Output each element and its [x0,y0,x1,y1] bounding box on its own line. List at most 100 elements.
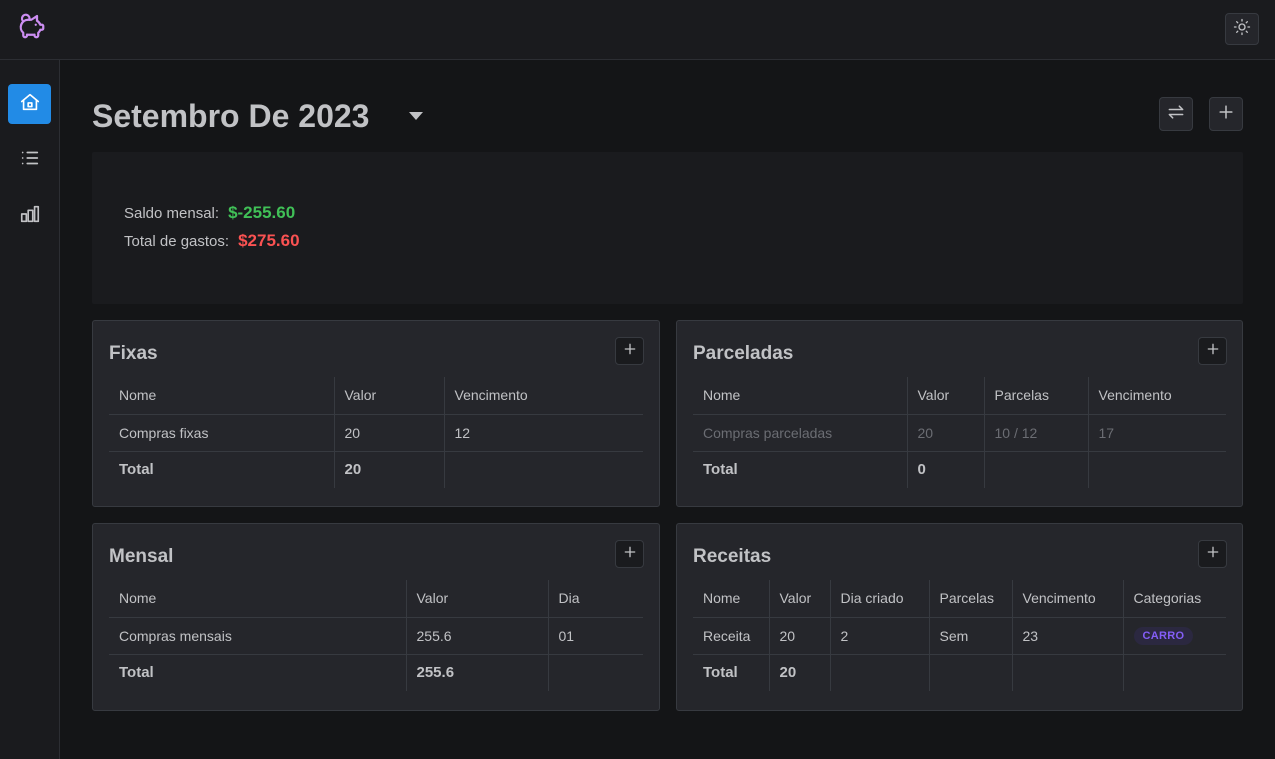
sun-icon [1233,18,1251,41]
table-cell [1087,451,1226,488]
switch-arrows-icon [1166,102,1186,127]
sidebar-item-list[interactable] [8,140,51,180]
total-row: Total 255.6 [109,654,643,691]
table-header: Nome Valor Dia [109,580,643,618]
table-cell: 255.6 [405,617,548,655]
mensal-table: Nome Valor Dia Compras mensais 255.6 01 … [109,580,643,691]
table-row[interactable]: Compras mensais 255.6 01 [109,617,643,655]
table-cell [443,451,643,488]
sidebar-item-home[interactable] [8,84,51,124]
total-value: 20 [768,654,830,691]
table-cell [1011,654,1123,691]
total-row: Total 20 [109,451,643,488]
column-header: Nome [693,377,907,415]
chart-bar-icon [19,203,41,230]
table-row[interactable]: Receita 20 2 Sem 23 CARRO [693,617,1226,655]
table-cell: 20 [333,414,444,452]
plus-icon [622,544,638,565]
top-bar [0,0,1275,60]
receitas-card: Receitas Nome Valor Dia criado Parcelas … [676,523,1243,711]
list-icon [19,147,41,174]
table-header: Nome Valor Dia criado Parcelas Venciment… [693,580,1226,618]
table-cell: 12 [443,414,643,452]
column-header: Vencimento [1011,580,1123,618]
sidebar-item-stats[interactable] [8,196,51,236]
add-receita-button[interactable] [1198,540,1227,568]
theme-toggle-button[interactable] [1225,13,1259,45]
gastos-label: Total de gastos: [124,233,230,250]
add-parcelada-button[interactable] [1198,337,1227,365]
category-badge: CARRO [1133,627,1194,645]
table-cell: Receita [693,617,769,655]
table-cell: Sem [928,617,1012,655]
piggy-bank-icon[interactable] [17,11,47,41]
receitas-table: Nome Valor Dia criado Parcelas Venciment… [693,580,1226,691]
plus-icon [1205,341,1221,362]
table-cell: CARRO [1122,617,1226,655]
transfer-button[interactable] [1159,97,1193,131]
total-row: Total 0 [693,451,1226,488]
fixas-card: Fixas Nome Valor Vencimento Compras fixa… [92,320,660,507]
total-value: 0 [906,451,984,488]
card-title: Fixas [109,343,158,364]
column-header: Valor [405,580,548,618]
home-icon [19,91,41,118]
saldo-label: Saldo mensal: [124,205,220,222]
card-title: Parceladas [693,343,794,364]
table-row[interactable]: Compras parceladas 20 10 / 12 17 [693,414,1226,452]
column-header: Vencimento [443,377,643,415]
column-header: Parcelas [928,580,1012,618]
table-header: Nome Valor Vencimento [109,377,643,415]
table-cell: 2 [829,617,929,655]
table-cell [983,451,1088,488]
card-title: Mensal [109,546,174,567]
gastos-value: $275.60 [238,231,300,250]
table-row[interactable]: Compras fixas 20 12 [109,414,643,452]
column-header: Dia [547,580,643,618]
table-cell: 20 [906,414,984,452]
total-label: Total [703,664,738,682]
table-cell [547,654,643,691]
column-header: Nome [109,580,406,618]
table-cell: Compras parceladas [693,414,907,452]
saldo-row: Saldo mensal: $-255.60 [124,203,295,223]
table-cell: Compras fixas [109,414,334,452]
table-header: Nome Valor Parcelas Vencimento [693,377,1226,415]
table-cell [829,654,929,691]
table-cell: 10 / 12 [983,414,1088,452]
total-label: Total [703,461,738,479]
sidebar [0,60,60,759]
gastos-row: Total de gastos: $275.60 [124,231,300,251]
parceladas-card: Parceladas Nome Valor Parcelas Venciment… [676,320,1243,507]
table-cell: 23 [1011,617,1123,655]
table-cell: Compras mensais [109,617,406,655]
total-value: 20 [333,451,444,488]
column-header: Valor [906,377,984,415]
column-header: Valor [333,377,444,415]
total-label: Total [119,664,154,682]
month-select-caret-icon[interactable] [406,104,426,126]
add-fixa-button[interactable] [615,337,644,365]
column-header: Vencimento [1087,377,1226,415]
column-header: Nome [693,580,769,618]
card-title: Receitas [693,546,772,567]
column-header: Categorias [1122,580,1226,618]
table-cell: 01 [547,617,643,655]
table-cell [928,654,1012,691]
plus-icon [1205,544,1221,565]
total-row: Total 20 [693,654,1226,691]
summary-panel: Saldo mensal: $-255.60 Total de gastos: … [92,152,1243,304]
add-transaction-button[interactable] [1209,97,1243,131]
total-label: Total [119,461,154,479]
mensal-card: Mensal Nome Valor Dia Compras mensais 25… [92,523,660,711]
add-mensal-button[interactable] [615,540,644,568]
table-cell [1122,654,1226,691]
column-header: Nome [109,377,334,415]
fixas-table: Nome Valor Vencimento Compras fixas 20 1… [109,377,643,488]
page-title: Setembro De 2023 [92,98,370,134]
total-value: 255.6 [405,654,548,691]
saldo-value: $-255.60 [228,203,296,222]
plus-icon [1216,102,1236,127]
column-header: Dia criado [829,580,929,618]
column-header: Parcelas [983,377,1088,415]
